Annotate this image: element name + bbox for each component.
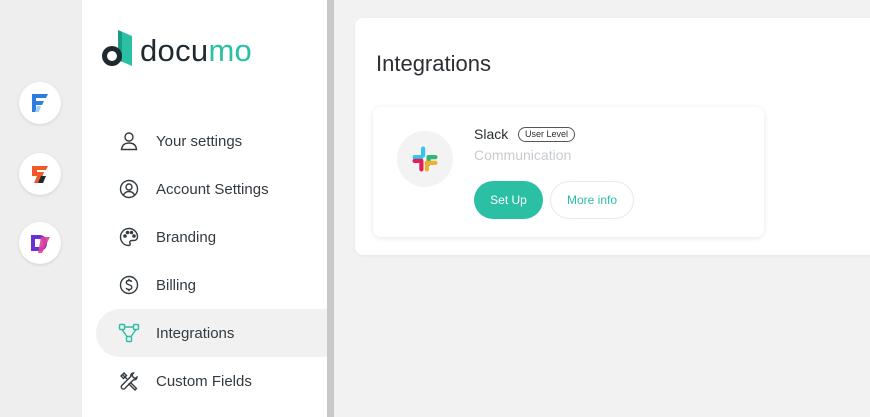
account-circle-icon (118, 178, 140, 200)
palette-icon (118, 226, 140, 248)
app-s-button[interactable] (19, 153, 61, 195)
integrations-icon (118, 322, 140, 344)
sidebar-item-label: Integrations (156, 324, 235, 342)
sidebar-item-custom-fields[interactable]: Custom Fields (96, 357, 327, 405)
sidebar-item-billing[interactable]: Billing (96, 261, 327, 309)
documo-logo-icon (102, 30, 132, 66)
app-d-icon (31, 235, 50, 253)
app-switcher-rail (0, 0, 82, 417)
sidebar-item-label: Your settings (156, 132, 243, 150)
sidebar-item-branding[interactable]: Branding (96, 213, 327, 261)
dollar-circle-icon (118, 274, 140, 296)
sidebar-item-label: Custom Fields (156, 372, 252, 390)
documo-logo[interactable]: documo (100, 28, 252, 72)
integration-card-slack: Slack User Level Communication Set Up Mo… (373, 107, 764, 237)
app-f-icon (32, 94, 48, 112)
sidebar-item-label: Billing (156, 276, 197, 294)
setup-button[interactable]: Set Up (474, 181, 543, 219)
logo-text: documo (140, 32, 253, 68)
slack-icon (397, 131, 453, 187)
sidebar-item-label: Branding (156, 228, 217, 246)
sidebar-item-integrations[interactable]: Integrations (96, 309, 327, 357)
integration-category: Communication (474, 147, 572, 163)
sidebar-item-account-settings[interactable]: Account Settings (96, 165, 327, 213)
sidebar-item-your-settings[interactable]: Your settings (96, 117, 327, 165)
page-title: Integrations (376, 51, 491, 76)
sidebar-item-label: Account Settings (156, 180, 269, 198)
user-level-badge: User Level (518, 127, 576, 142)
user-icon (118, 130, 140, 152)
sidebar-divider[interactable] (327, 0, 334, 417)
app-d-button[interactable] (19, 222, 61, 264)
more-info-button[interactable]: More info (550, 181, 634, 219)
integration-name: Slack (474, 126, 509, 142)
app-s-icon (32, 166, 48, 183)
tools-icon (118, 370, 140, 392)
settings-nav: Your settings Account Settings Branding (96, 117, 327, 405)
app-f-button[interactable] (19, 82, 61, 124)
